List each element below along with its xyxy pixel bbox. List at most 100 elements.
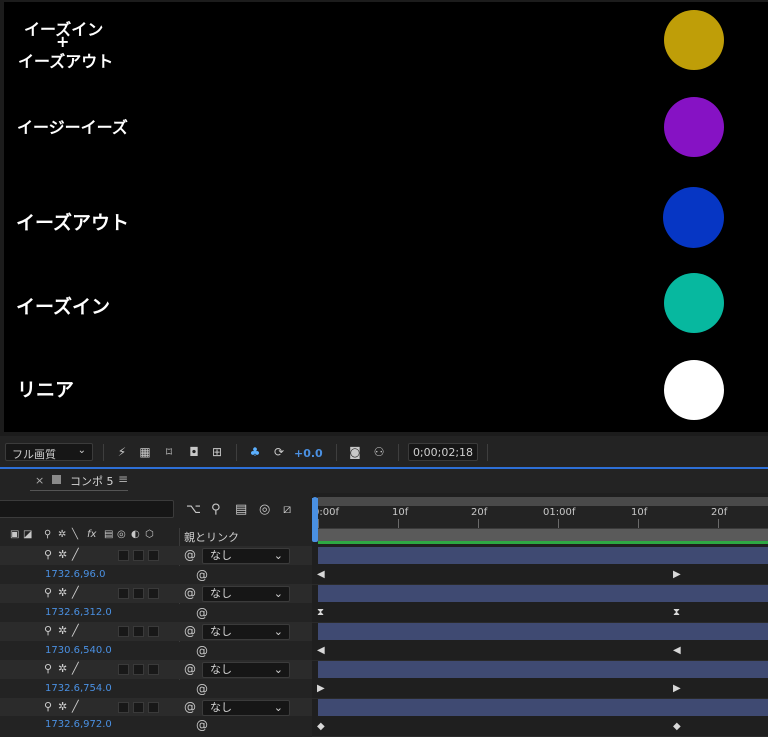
- pickwhip-icon[interactable]: @: [184, 662, 196, 676]
- switch-box[interactable]: [118, 626, 129, 637]
- pickwhip-icon[interactable]: @: [184, 586, 196, 600]
- video-toggle-icon[interactable]: ▣: [10, 529, 19, 540]
- parent-dropdown[interactable]: なし ⌄: [202, 662, 290, 678]
- reset-exposure-icon[interactable]: ⟳: [272, 445, 286, 459]
- layer-row[interactable]: ⚲ ✲ ╱ @ なし ⌄: [0, 660, 312, 679]
- shy-icon[interactable]: ⚲: [44, 548, 52, 561]
- keyframe-ease-out-icon[interactable]: ▶: [673, 570, 681, 580]
- close-tab-icon[interactable]: ×: [35, 474, 44, 487]
- effects-icon[interactable]: fx: [87, 529, 96, 540]
- keyframe-track[interactable]: ◆ ◆: [312, 718, 768, 737]
- parent-dropdown[interactable]: なし ⌄: [202, 586, 290, 602]
- region-of-interest-icon[interactable]: ◘: [187, 445, 201, 459]
- circle-gold[interactable]: [664, 10, 724, 70]
- switch-box[interactable]: [118, 664, 129, 675]
- frame-blend-col-icon[interactable]: ▤: [104, 529, 113, 540]
- motion-blur-col-icon[interactable]: ◎: [117, 529, 126, 540]
- keyframe-easy-ease-icon[interactable]: ⧗: [317, 608, 324, 618]
- collapse-icon[interactable]: ✲: [58, 529, 66, 540]
- keyframe-linear-icon[interactable]: ◆: [673, 722, 681, 732]
- keyframe-track[interactable]: ◀ ▶: [312, 566, 768, 585]
- switch-box[interactable]: [133, 702, 144, 713]
- comp-mini-flowchart-icon[interactable]: ⌥: [186, 502, 201, 517]
- keyframe-track[interactable]: ◀ ◀: [312, 642, 768, 661]
- layer-search-input[interactable]: [0, 500, 174, 518]
- circle-teal[interactable]: [664, 273, 724, 333]
- shy-icon[interactable]: ⚲: [44, 529, 51, 540]
- position-value[interactable]: 1732.6,754.0: [45, 683, 112, 694]
- switch-box[interactable]: [133, 550, 144, 561]
- switch-box[interactable]: [148, 664, 159, 675]
- mask-path-icon[interactable]: ⌑: [162, 445, 176, 459]
- switch-box[interactable]: [133, 588, 144, 599]
- keyframe-ease-in-icon[interactable]: ◀: [317, 570, 325, 580]
- collapse-icon[interactable]: ✲: [58, 548, 67, 561]
- keyframe-ease-in-icon[interactable]: ◀: [317, 646, 325, 656]
- quality-icon[interactable]: ╱: [72, 700, 79, 713]
- switch-box[interactable]: [133, 664, 144, 675]
- parent-dropdown[interactable]: なし ⌄: [202, 624, 290, 640]
- layer-row[interactable]: ⚲ ✲ ╱ @ なし ⌄: [0, 698, 312, 717]
- time-ruler[interactable]: [312, 506, 768, 529]
- collapse-icon[interactable]: ✲: [58, 586, 67, 599]
- quality-icon[interactable]: ╲: [72, 529, 78, 540]
- graph-editor-icon[interactable]: ⧄: [283, 502, 291, 517]
- expression-pickwhip-icon[interactable]: @: [196, 606, 208, 620]
- expression-pickwhip-icon[interactable]: @: [196, 644, 208, 658]
- adjustment-layer-icon[interactable]: ◐: [131, 529, 140, 540]
- collapse-icon[interactable]: ✲: [58, 700, 67, 713]
- layer-duration-bar[interactable]: [318, 661, 768, 678]
- quality-icon[interactable]: ╱: [72, 662, 79, 675]
- position-value[interactable]: 1732.6,312.0: [45, 607, 112, 618]
- switch-box[interactable]: [148, 702, 159, 713]
- keyframe-ease-out-icon[interactable]: ▶: [317, 684, 325, 694]
- frame-blending-icon[interactable]: ▤: [235, 502, 247, 517]
- motion-blur-icon[interactable]: ◎: [259, 502, 270, 517]
- keyframe-easy-ease-icon[interactable]: ⧗: [673, 608, 680, 618]
- keyframe-track[interactable]: ▶ ▶: [312, 680, 768, 699]
- shy-icon[interactable]: ⚲: [44, 662, 52, 675]
- transparency-grid-icon[interactable]: ▦: [138, 445, 152, 459]
- current-time-indicator[interactable]: [312, 498, 318, 542]
- pickwhip-icon[interactable]: @: [184, 700, 196, 714]
- current-time-display[interactable]: 0;00;02;18: [408, 443, 478, 461]
- shy-icon[interactable]: ⚲: [44, 700, 52, 713]
- color-channels-icon[interactable]: ♣: [248, 445, 262, 459]
- grid-guides-icon[interactable]: ⊞: [210, 445, 224, 459]
- circle-purple[interactable]: [664, 97, 724, 157]
- switch-box[interactable]: [133, 626, 144, 637]
- shy-icon[interactable]: ⚲: [44, 624, 52, 637]
- tab-composition[interactable]: コンポ 5: [70, 473, 114, 489]
- keyframe-linear-icon[interactable]: ◆: [317, 722, 325, 732]
- layer-duration-bar[interactable]: [318, 547, 768, 564]
- position-value[interactable]: 1730.6,540.0: [45, 645, 112, 656]
- switch-box[interactable]: [118, 702, 129, 713]
- switch-box[interactable]: [148, 588, 159, 599]
- resolution-dropdown[interactable]: フル画質 ⌄: [5, 443, 93, 461]
- 3d-layer-icon[interactable]: ⬡: [145, 529, 154, 540]
- layer-duration-bar[interactable]: [318, 585, 768, 602]
- snapshot-icon[interactable]: ◙: [348, 445, 362, 459]
- keyframe-track[interactable]: ⧗ ⧗: [312, 604, 768, 623]
- quality-icon[interactable]: ╱: [72, 548, 79, 561]
- collapse-icon[interactable]: ✲: [58, 624, 67, 637]
- layer-duration-bar[interactable]: [318, 623, 768, 640]
- switch-box[interactable]: [118, 550, 129, 561]
- expression-pickwhip-icon[interactable]: @: [196, 568, 208, 582]
- pickwhip-icon[interactable]: @: [184, 548, 196, 562]
- composition-viewer[interactable]: イーズイン + イーズアウト イージーイーズ イーズアウト イーズイン リニア: [0, 0, 768, 436]
- keyframe-ease-out-icon[interactable]: ▶: [673, 684, 681, 694]
- switch-box[interactable]: [148, 550, 159, 561]
- collapse-icon[interactable]: ✲: [58, 662, 67, 675]
- expression-pickwhip-icon[interactable]: @: [196, 718, 208, 732]
- quality-icon[interactable]: ╱: [72, 586, 79, 599]
- composition-canvas[interactable]: イーズイン + イーズアウト イージーイーズ イーズアウト イーズイン リニア: [4, 2, 768, 432]
- keyframe-ease-in-icon[interactable]: ◀: [673, 646, 681, 656]
- shy-icon[interactable]: ⚲: [44, 586, 52, 599]
- switch-box[interactable]: [148, 626, 159, 637]
- parent-dropdown[interactable]: なし ⌄: [202, 548, 290, 564]
- show-snapshot-icon[interactable]: ⚇: [372, 445, 386, 459]
- time-navigator[interactable]: [316, 497, 768, 506]
- layer-row[interactable]: ⚲ ✲ ╱ @ なし ⌄: [0, 584, 312, 603]
- panel-menu-icon[interactable]: ≡: [118, 472, 128, 486]
